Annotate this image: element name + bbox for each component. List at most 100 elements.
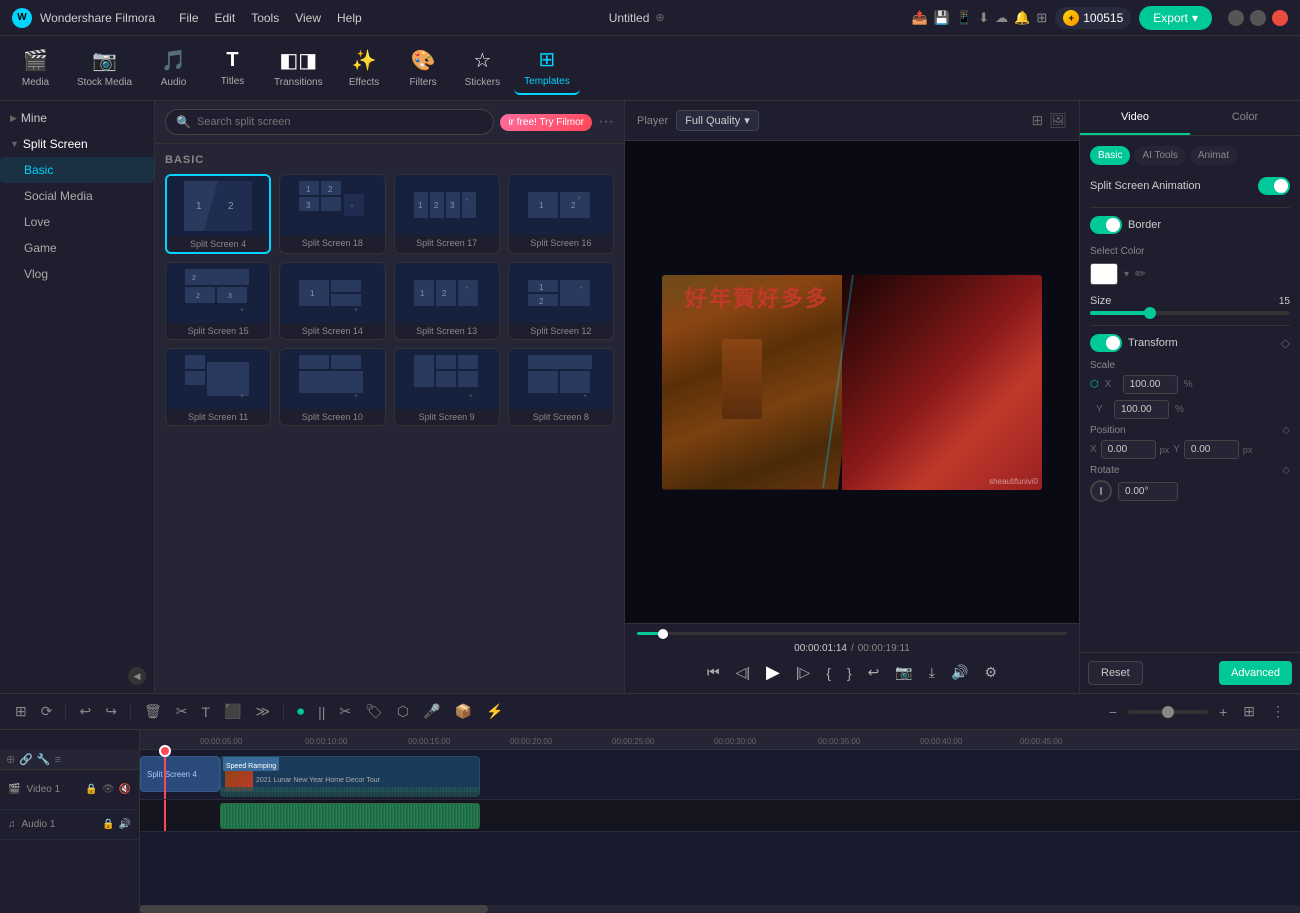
audio-vol-button[interactable]: 🔊 — [119, 819, 131, 830]
progress-handle[interactable] — [658, 629, 668, 639]
snapshot-ctrl-button[interactable]: 📷 — [891, 662, 916, 683]
zoom-out-button[interactable]: − — [1104, 701, 1122, 723]
quality-selector[interactable]: Full Quality ▾ — [676, 110, 759, 131]
sidebar-item-social-media[interactable]: Social Media — [0, 183, 154, 209]
template-split-screen-9[interactable]: + Split Screen 9 — [394, 348, 500, 426]
scrollbar-thumb[interactable] — [140, 905, 488, 913]
skip-back-button[interactable]: ⏮ — [703, 662, 724, 683]
save-icon[interactable]: 💾 — [934, 10, 950, 26]
cloud-icon[interactable]: ☁ — [995, 10, 1008, 26]
sidebar-item-mine[interactable]: ▶ Mine — [0, 105, 154, 131]
rotate-dial[interactable] — [1090, 480, 1112, 502]
template-split-screen-4[interactable]: 1 2 Split Screen 4 — [165, 174, 271, 254]
more-button[interactable]: ··· — [598, 113, 614, 131]
export-frame-button[interactable]: ⤓ — [925, 662, 939, 683]
ripple-button[interactable]: ⟳ — [36, 700, 58, 723]
loop-button[interactable]: ↩ — [864, 662, 884, 683]
audio-button[interactable]: 🔊 — [947, 662, 972, 683]
zoom-in-button[interactable]: + — [1214, 701, 1232, 723]
zoom-slider[interactable] — [1128, 710, 1208, 714]
grid-view-button[interactable]: ⊞ — [1031, 112, 1043, 129]
collapse-button[interactable]: ◀ — [128, 667, 146, 685]
rotate-input[interactable] — [1118, 482, 1178, 501]
tool-effects[interactable]: ✨ Effects — [337, 42, 392, 94]
color-swatch[interactable] — [1090, 263, 1118, 285]
template-split-screen-16[interactable]: 1 2 + Split Screen 16 — [508, 174, 614, 254]
tool-audio[interactable]: 🎵 Audio — [146, 42, 201, 94]
sub-tab-animat[interactable]: Animat — [1190, 146, 1237, 165]
settings-button[interactable]: ⚙ — [980, 662, 1001, 683]
play-button[interactable]: ▶ — [762, 660, 784, 685]
download-icon[interactable]: ⬇ — [978, 10, 989, 26]
marker-button[interactable]: 🏷 — [360, 700, 388, 723]
promo-badge[interactable]: ir free! Try Filmor — [500, 114, 592, 131]
sidebar-item-game[interactable]: Game — [0, 235, 154, 261]
audio-lock-button[interactable]: 🔒 — [102, 819, 114, 830]
transform-expand-icon[interactable]: ◇ — [1281, 336, 1290, 350]
sub-tab-basic[interactable]: Basic — [1090, 146, 1130, 165]
menu-help[interactable]: Help — [337, 11, 362, 25]
magnet-button[interactable]: 🔧 — [37, 753, 51, 766]
transform-toggle[interactable] — [1090, 334, 1122, 352]
template-split-screen-12[interactable]: 1 2 + Split Screen 12 — [508, 262, 614, 340]
clip-split-screen[interactable]: Split Screen 4 — [140, 756, 220, 792]
template-split-screen-11[interactable]: + Split Screen 11 — [165, 348, 271, 426]
video-mute-button[interactable]: 🔇 — [119, 784, 131, 795]
template-split-screen-18[interactable]: 1 2 3 + Split Screen 18 — [279, 174, 385, 254]
track-link-button[interactable]: 🔗 — [19, 753, 33, 766]
sidebar-item-splitscreen[interactable]: ▼ Split Screen — [0, 131, 154, 157]
minimize-button[interactable] — [1228, 10, 1244, 26]
collapse-tracks-button[interactable]: ≡ — [55, 754, 61, 766]
border-toggle[interactable] — [1090, 216, 1122, 234]
video-eye-button[interactable]: 👁 — [102, 784, 115, 795]
multi-cam-button[interactable]: ⊞ — [10, 700, 32, 723]
split-animation-toggle[interactable] — [1258, 177, 1290, 195]
crop-button[interactable]: ⬛ — [219, 700, 246, 723]
scale-x-input[interactable] — [1123, 375, 1178, 394]
tab-video[interactable]: Video — [1080, 101, 1190, 135]
out-point-button[interactable]: } — [843, 663, 856, 683]
undo-button[interactable]: ↩ — [74, 700, 96, 723]
snapshot-button[interactable]: 🖼 — [1049, 112, 1067, 129]
color-dropdown-icon[interactable]: ▾ — [1124, 269, 1129, 280]
search-input[interactable] — [197, 116, 484, 128]
speed-button[interactable]: ⚡ — [481, 700, 508, 723]
text-button[interactable]: T — [196, 701, 215, 723]
template-split-screen-13[interactable]: 1 2 + Split Screen 13 — [394, 262, 500, 340]
grid-icon[interactable]: ⊞ — [1036, 10, 1047, 26]
template-split-screen-15[interactable]: 2 2 3 + Split Screen 15 — [165, 262, 271, 340]
size-handle[interactable] — [1144, 307, 1156, 319]
advanced-button[interactable]: Advanced — [1219, 661, 1292, 685]
audio-clip[interactable] — [220, 803, 480, 829]
tool-templates[interactable]: ⊞ Templates — [514, 41, 580, 95]
fit-button[interactable]: ⊞ — [1238, 700, 1260, 723]
tab-color[interactable]: Color — [1190, 101, 1300, 135]
menu-view[interactable]: View — [295, 11, 321, 25]
record-button[interactable]: ⏺ — [292, 700, 309, 723]
reset-button[interactable]: Reset — [1088, 661, 1143, 685]
delete-button[interactable]: 🗑 — [139, 700, 167, 723]
zoom-handle[interactable] — [1162, 706, 1174, 718]
position-y-input[interactable] — [1184, 440, 1239, 459]
tool-filters[interactable]: 🎨 Filters — [396, 42, 451, 94]
tool-media[interactable]: 🎬 Media — [8, 42, 63, 94]
size-slider[interactable] — [1090, 311, 1290, 315]
template-split-screen-8[interactable]: + Split Screen 8 — [508, 348, 614, 426]
scale-y-input[interactable] — [1114, 400, 1169, 419]
template-split-screen-17[interactable]: 1 2 3 + Split Screen 17 — [394, 174, 500, 254]
split-button[interactable]: || — [313, 701, 330, 723]
sidebar-item-love[interactable]: Love — [0, 209, 154, 235]
template-split-screen-14[interactable]: 1 + Split Screen 14 — [279, 262, 385, 340]
menu-tools[interactable]: Tools — [251, 11, 279, 25]
menu-edit[interactable]: Edit — [215, 11, 236, 25]
more-tools-button[interactable]: ≫ — [250, 700, 275, 723]
redo-button[interactable]: ↪ — [100, 700, 122, 723]
devices-icon[interactable]: 📱 — [956, 10, 972, 26]
eyedropper-icon[interactable]: ✏ — [1135, 266, 1146, 282]
progress-bar[interactable] — [637, 632, 1067, 635]
in-point-button[interactable]: { — [822, 663, 835, 683]
sidebar-item-vlog[interactable]: Vlog — [0, 261, 154, 287]
template-split-screen-10[interactable]: + Split Screen 10 — [279, 348, 385, 426]
frame-back-button[interactable]: ◁| — [732, 662, 754, 683]
close-button[interactable] — [1272, 10, 1288, 26]
